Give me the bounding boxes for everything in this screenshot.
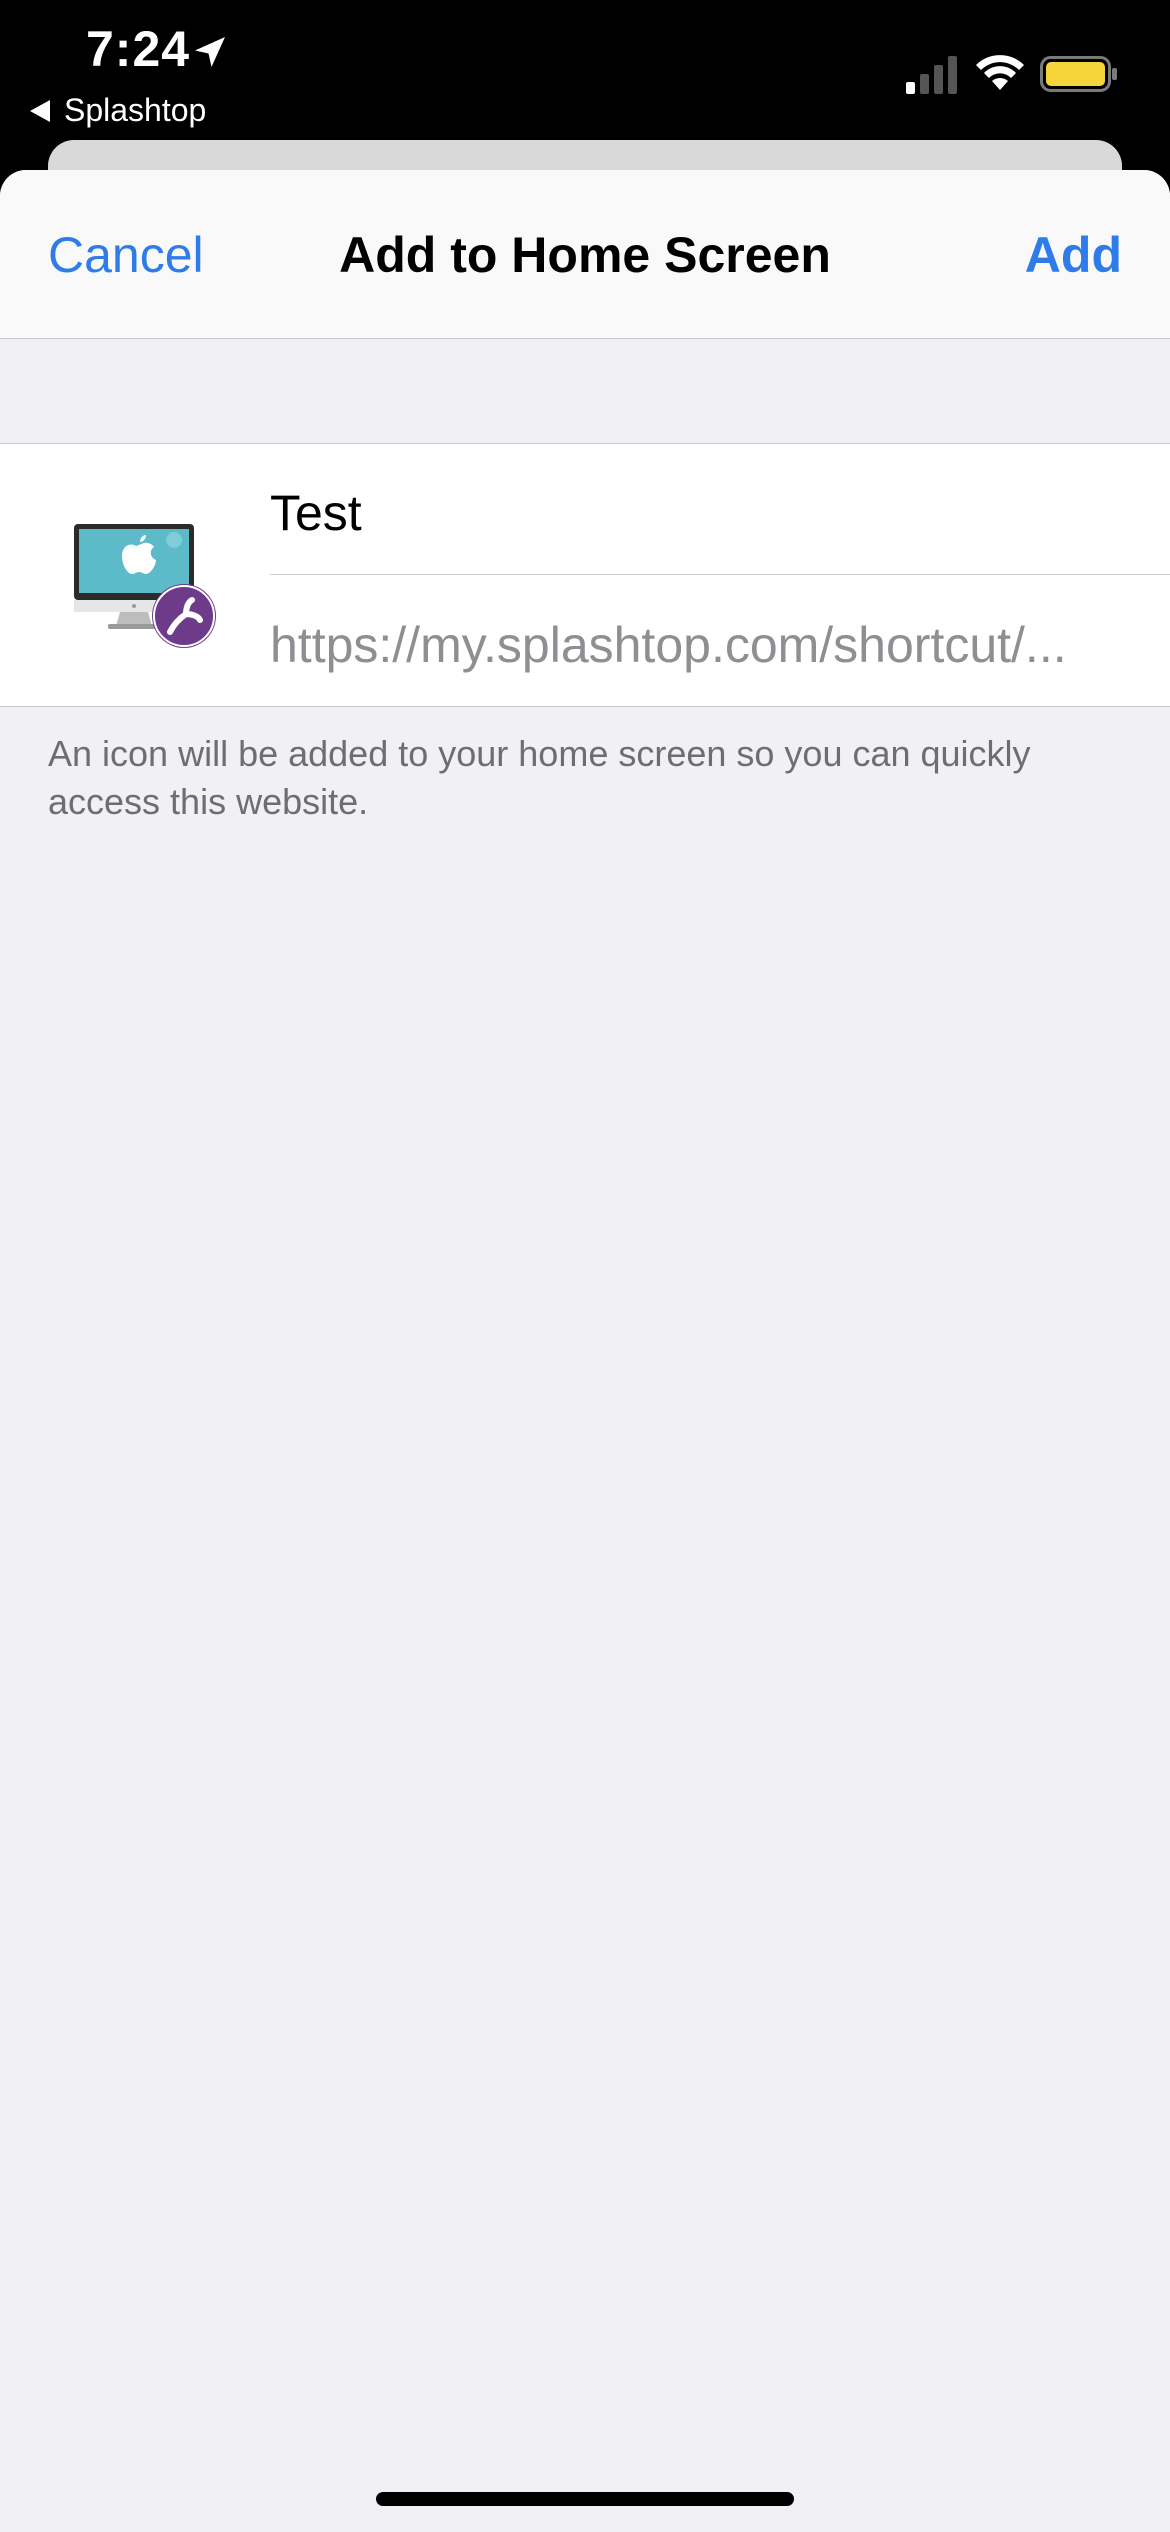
battery-icon <box>1040 56 1117 92</box>
splashtop-computer-icon <box>74 524 216 648</box>
back-to-app-link[interactable]: Splashtop <box>30 92 206 129</box>
bookmark-group: Test https://my.splashtop.com/shortcut/.… <box>0 443 1170 707</box>
shortcut-url-value: https://my.splashtop.com/shortcut/... <box>270 617 1067 673</box>
shortcut-name-field[interactable]: Test <box>270 444 1170 575</box>
cellular-signal-icon <box>906 56 957 94</box>
home-indicator[interactable] <box>376 2492 794 2506</box>
shortcut-name-value[interactable]: Test <box>270 484 362 542</box>
wifi-icon <box>976 55 1024 90</box>
add-to-home-sheet: Cancel Add to Home Screen Add Test https… <box>0 170 1170 2532</box>
add-button[interactable]: Add <box>1025 226 1122 284</box>
page-title: Add to Home Screen <box>339 227 831 283</box>
back-app-label: Splashtop <box>64 92 207 128</box>
location-arrow-icon <box>195 37 225 67</box>
footnote-text: An icon will be added to your home scree… <box>48 733 1031 822</box>
nav-bar: Cancel Add to Home Screen Add <box>0 170 1170 339</box>
status-time: 7:24 <box>86 21 191 77</box>
back-arrow-icon <box>30 99 50 122</box>
status-bar: 7:24 Splashtop <box>0 0 1170 150</box>
shortcut-url-field: https://my.splashtop.com/shortcut/... <box>270 576 1170 706</box>
